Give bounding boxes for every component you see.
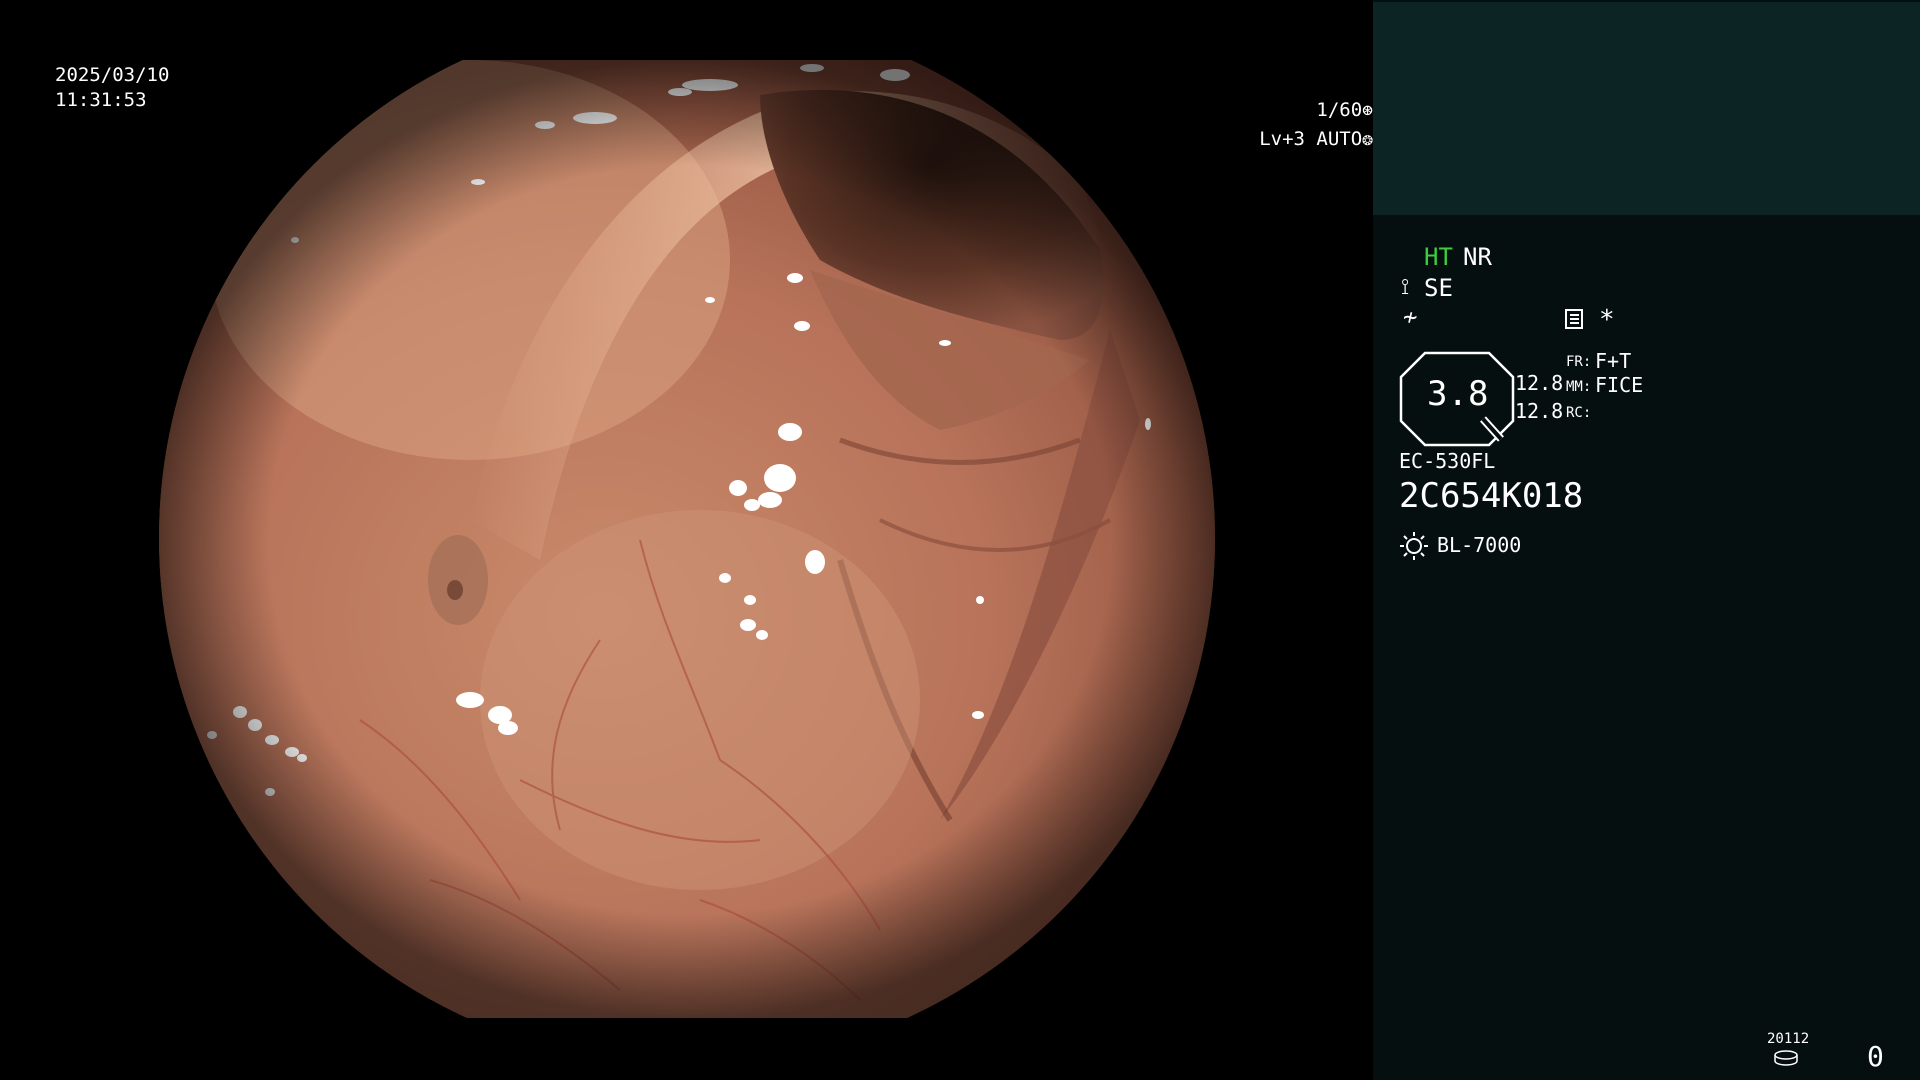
disk-icon <box>1774 1050 1798 1066</box>
colon-lumen-image <box>0 0 1373 1080</box>
shutter-speed-readout: 1/60⊛ <box>53 98 1373 123</box>
rc-label: RC: <box>1566 405 1592 421</box>
menu-icon <box>1565 309 1583 329</box>
sun-icon <box>1400 532 1428 560</box>
info-panel: HT NR ⟟ SE ≁ * 3.8 12.8 12.8 FR: F+T MM:… <box>1373 0 1920 1080</box>
light-source-model: BL-7000 <box>1437 533 1522 557</box>
setting-value-b: 12.8 <box>1515 399 1564 423</box>
mm-label: MM: <box>1566 379 1592 395</box>
asterisk-indicator: * <box>1599 305 1615 335</box>
capture-thumbnail-area <box>1373 2 1920 215</box>
zoom-value: 3.8 <box>1427 374 1489 414</box>
fr-label: FR: <box>1566 354 1592 370</box>
image-counter: 0 <box>1867 1040 1884 1073</box>
ht-indicator: HT <box>1424 243 1453 271</box>
brightness-level-readout: Lv+3 AUTO❂ <box>53 127 1373 152</box>
storage-count: 20112 <box>1767 1031 1810 1047</box>
date-display: 2025/03/10 <box>55 64 170 86</box>
mm-value: FICE <box>1595 373 1644 397</box>
se-indicator: SE <box>1424 274 1453 302</box>
shutter-icon: ⊛ <box>1362 100 1373 121</box>
setting-value-a: 12.8 <box>1515 371 1564 395</box>
endoscopic-image: 2025/03/10 11:31:53 1/60⊛ Lv+3 AUTO❂ <box>0 0 1373 1080</box>
level-value: Lv+3 AUTO <box>1259 128 1363 150</box>
endoscopy-monitor: 2025/03/10 11:31:53 1/60⊛ Lv+3 AUTO❂ HT … <box>0 0 1920 1080</box>
freeze-icon: ≁ <box>1403 303 1418 331</box>
scope-serial: 2C654K018 <box>1399 476 1584 516</box>
iris-icon: ❂ <box>1362 129 1373 150</box>
shutter-value: 1/60 <box>1316 99 1363 121</box>
scope-model: EC-530FL <box>1399 449 1496 473</box>
brush-icon: ⟟ <box>1401 275 1410 300</box>
nr-indicator: NR <box>1463 243 1492 271</box>
fr-value: F+T <box>1595 349 1632 373</box>
